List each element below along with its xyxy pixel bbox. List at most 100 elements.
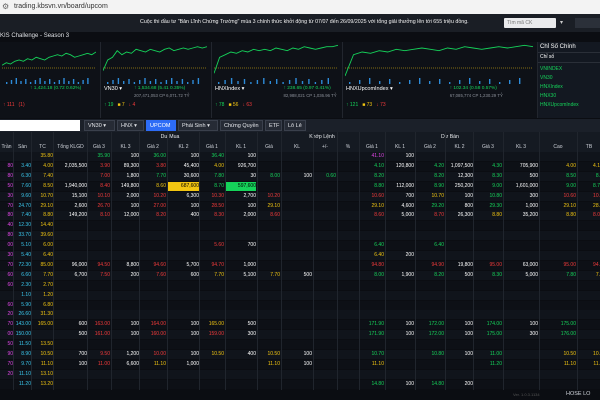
- main-index-title: Chỉ Số Chính: [540, 44, 576, 50]
- table-cell: 8.80: [43, 212, 53, 219]
- table-row[interactable]: 60 5.90 6.80: [0, 300, 600, 310]
- table-cell: 8.30: [492, 172, 502, 179]
- table-cell: 4.10: [374, 162, 384, 169]
- index-name[interactable]: HNXIndex ▾: [215, 86, 244, 92]
- market-filter-1[interactable]: HNX ▾: [117, 120, 144, 131]
- column-header[interactable]: Giá 1: [360, 144, 384, 150]
- table-cell: 100: [130, 202, 139, 209]
- column-header[interactable]: KL 1: [386, 144, 414, 150]
- table-cell: 13.50: [40, 341, 53, 348]
- table-row[interactable]: 30 9.60 10.70 15,100 10.10 2,000 10.20 6,300 10.…: [0, 191, 600, 201]
- table-row[interactable]: 80 33.70 39.60: [0, 231, 600, 241]
- index-panel[interactable]: ↑ 1,424.18 (0.72 0.62%) ↑ 111 (1): [0, 42, 101, 118]
- column-header[interactable]: Giá 3: [88, 144, 110, 150]
- table-cell: 8,800: [126, 261, 139, 268]
- market-filter-2[interactable]: UPCOM: [146, 120, 176, 131]
- table-row[interactable]: 20 26.60 31.30: [0, 310, 600, 320]
- chevron-down-icon[interactable]: ▾: [560, 19, 563, 26]
- table-row[interactable]: 50 7.60 8.50 1,940,000 8.40 149,800 8.60 687,60…: [0, 181, 600, 191]
- table-row[interactable]: 80 6.30 7.40 7.00 1,800 7.70 30,600 7.80 30 8.00 1…: [0, 171, 600, 181]
- table-row[interactable]: 30 5.40 6.40 6.40 200: [0, 251, 600, 260]
- column-header[interactable]: TC: [32, 144, 53, 150]
- table-cell: 161.00: [94, 331, 110, 338]
- column-header[interactable]: Giá: [258, 144, 280, 150]
- market-filter-0[interactable]: VN30 ▾: [84, 120, 115, 131]
- table-cell: 9.70: [21, 360, 31, 367]
- column-divider: [445, 132, 446, 390]
- table-cell: 143.00: [15, 321, 31, 328]
- table-cell: 100: [405, 321, 414, 328]
- table-row[interactable]: 20 11.10 13.10: [0, 369, 600, 379]
- column-header[interactable]: KL 2: [446, 144, 473, 150]
- table-row[interactable]: 80 3.40 4.00 2,035,500 3.90 89,300 3.80 45,400 4…: [0, 161, 600, 171]
- column-header[interactable]: %: [338, 144, 358, 150]
- column-header[interactable]: Sàn: [14, 144, 31, 150]
- site-settings-icon[interactable]: ⚙: [2, 2, 11, 11]
- table-row[interactable]: 80 7.40 8.80 149,200 8.10 12,000 8.20 400 8.30 2,…: [0, 211, 600, 221]
- column-header[interactable]: Cao: [540, 144, 576, 150]
- main-index-header: Chỉ số: [540, 54, 555, 60]
- table-cell: 164.00: [150, 321, 166, 328]
- column-divider: [281, 132, 282, 390]
- browser-address-bar[interactable]: ⚙ trading.kbsvn.vn/board/upcom: [0, 0, 600, 15]
- table-row[interactable]: 11.20 13.20 14.80 100 14.80 200: [0, 379, 600, 389]
- table-cell: 6.80: [43, 301, 53, 308]
- table-cell: 100: [247, 153, 256, 159]
- table-row[interactable]: 60 2.30 2.70: [0, 280, 600, 290]
- market-filter-4[interactable]: Chứng Quyền: [220, 120, 263, 131]
- table-row[interactable]: 70 72.30 85.00 96,000 94.50 8,800 94.60 5,700 94…: [0, 260, 600, 270]
- table-row[interactable]: 35.80 35.90 100 36.00 100 36.40 100 41.10 100: [0, 152, 600, 161]
- column-header[interactable]: KL 3: [504, 144, 538, 150]
- index-name[interactable]: HNXUpcomIndex ▾: [346, 86, 393, 92]
- index-name[interactable]: VN30 ▾: [104, 86, 122, 92]
- table-row[interactable]: 1.10 1.20: [0, 290, 600, 300]
- table-row[interactable]: 70 24.70 29.10 2,600 26.70 100 27.00 100 28.50 10…: [0, 201, 600, 211]
- account-area[interactable]: [575, 18, 600, 28]
- main-index-row[interactable]: HNX30: [540, 93, 556, 99]
- main-index-row[interactable]: VN30: [540, 75, 553, 81]
- column-divider: [385, 132, 386, 390]
- column-header[interactable]: Tổng KLGD: [54, 144, 87, 150]
- main-index-row[interactable]: HNXIndex: [540, 84, 563, 90]
- table-row[interactable]: 70 143.00 165.00 600 163.00 100 164.00 100 165.0…: [0, 320, 600, 330]
- market-filter-6[interactable]: Lô Lẻ ▾: [284, 120, 306, 140]
- table-row[interactable]: 90 8.90 10.50 700 9.50 1,200 10.00 100 10.50 400 1…: [0, 350, 600, 359]
- table-cell: 85.00: [40, 261, 53, 268]
- index-panel[interactable]: HNXIndex ▾ ↑ 238.65 (0.97 0.41%) 82,988,02…: [212, 42, 343, 118]
- column-header[interactable]: KL: [282, 144, 312, 150]
- table-row[interactable]: 00 150.00 500 161.00 100 160.00 100 159.00 300 17…: [0, 330, 600, 340]
- table-cell: 63,000: [522, 261, 538, 268]
- column-header[interactable]: TB: [578, 144, 600, 150]
- table-row[interactable]: 60 6.60 7.70 6,700 7.50 200 7.60 600 7.70 5,100 7.…: [0, 270, 600, 280]
- column-header[interactable]: KL 3: [112, 144, 139, 150]
- column-header[interactable]: Giá 2: [416, 144, 444, 150]
- column-header[interactable]: Trần: [0, 144, 13, 150]
- column-header[interactable]: Giá 1: [200, 144, 224, 150]
- main-index-row[interactable]: HNXUpcomIndex: [540, 102, 579, 108]
- column-header[interactable]: KL 1: [226, 144, 256, 150]
- symbol-filter-input[interactable]: [0, 120, 80, 131]
- table-cell: 6.60: [21, 271, 31, 278]
- table-row[interactable]: 00 5.10 6.00 5.60 700 6.40 6.40: [0, 241, 600, 251]
- table-cell: 7.70: [214, 271, 224, 278]
- table-row[interactable]: 70 9.70 11.10 100 11.00 6,600 11.10 1,000 11.10 1…: [0, 359, 600, 369]
- table-cell: 174.00: [486, 321, 502, 328]
- table-row[interactable]: 40 12.30 14.40: [0, 221, 600, 231]
- table-cell: 6,700: [74, 271, 87, 278]
- table-cell: 12,300: [457, 172, 473, 179]
- table-cell: 94.50: [97, 261, 110, 268]
- column-header[interactable]: Giá 2: [140, 144, 166, 150]
- column-header[interactable]: +/-: [314, 144, 336, 150]
- column-header[interactable]: KL 2: [168, 144, 199, 150]
- column-header[interactable]: Giá 3: [474, 144, 502, 150]
- index-panel[interactable]: VN30 ▾ ↑ 1,534.68 (5.41 0.35%) 207,471,053…: [101, 42, 212, 118]
- market-filter-5[interactable]: ETF: [265, 120, 282, 131]
- table-cell: 687,600: [168, 181, 199, 191]
- index-panel[interactable]: HNXUpcomIndex ▾ ↑ 102.34 (0.58 0.57%) 67,0…: [343, 42, 538, 118]
- market-filter-3[interactable]: Phái Sinh ▾: [178, 120, 218, 131]
- address-url[interactable]: trading.kbsvn.vn/board/upcom: [14, 2, 108, 12]
- table-cell: 3.80: [156, 162, 166, 169]
- stock-search-input[interactable]: Tìm mã CK: [504, 18, 556, 28]
- table-row[interactable]: 50 11.50 13.50: [0, 340, 600, 350]
- main-index-row[interactable]: VNINDEX: [540, 66, 562, 72]
